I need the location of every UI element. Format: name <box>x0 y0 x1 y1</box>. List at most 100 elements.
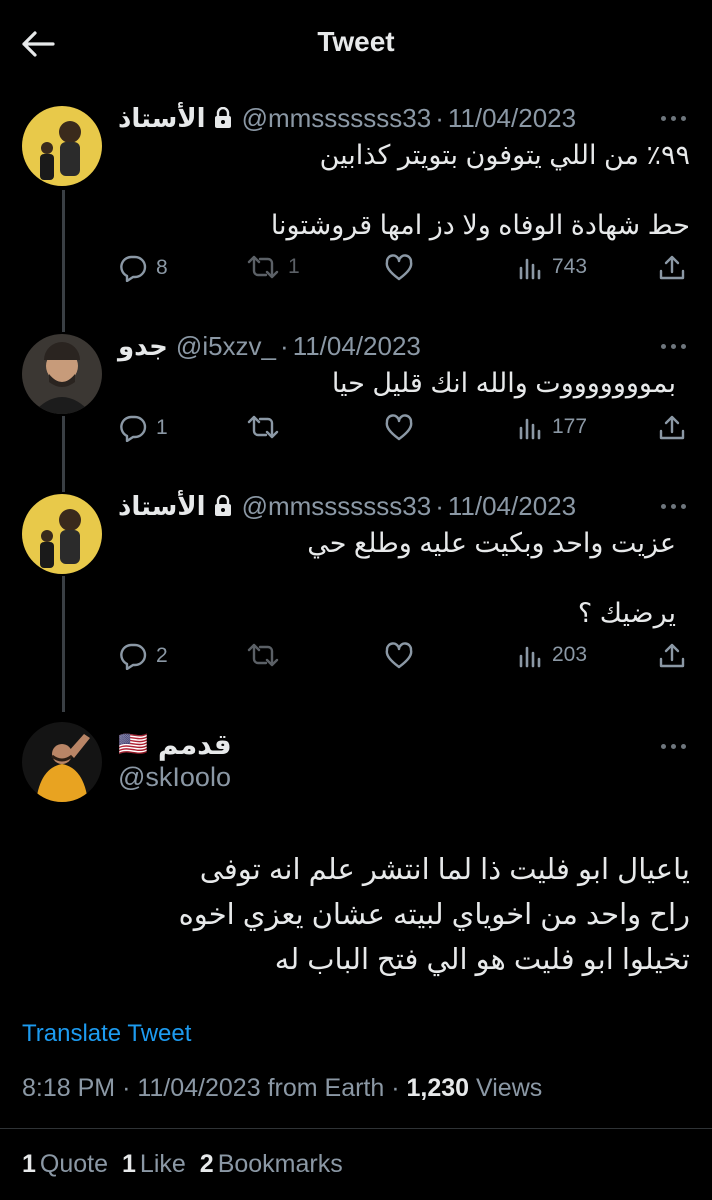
more-options-icon[interactable] <box>661 504 686 509</box>
avatar[interactable] <box>22 722 102 802</box>
thread-line <box>62 416 65 492</box>
tweet-text-line: عزيت واحد وبكيت عليه وطلع حي <box>307 528 676 558</box>
retweet-icon <box>247 643 279 667</box>
bookmarks-label: Bookmarks <box>217 1150 343 1178</box>
tweet-actions: 1 177 <box>118 414 690 450</box>
views-icon <box>519 646 541 668</box>
main-tweet-text-line: تخيلوا ابو فليت هو الي فتح الباب له <box>274 944 690 976</box>
tweet-date[interactable]: 11/04/2023 <box>448 491 576 522</box>
display-name[interactable]: قدمم <box>158 728 232 761</box>
user-handle[interactable]: @i5xzv_ <box>176 331 276 362</box>
reply-count: 8 <box>156 256 168 279</box>
bookmarks-stat[interactable]: 2 Bookmarks <box>200 1150 343 1179</box>
display-name[interactable]: جدو <box>118 331 168 362</box>
user-handle[interactable]: @mmsssssss33 <box>242 491 432 522</box>
views-icon <box>519 418 541 440</box>
tweet-text-line: ٩٩٪ من اللي يتوفون بتويتر كذابين <box>319 140 690 170</box>
tweet-date[interactable]: 11/04/2023 <box>137 1074 260 1102</box>
reply-icon <box>120 643 147 670</box>
quotes-stat[interactable]: 1 Quote <box>22 1150 108 1179</box>
reply-count: 2 <box>156 644 168 667</box>
share-button[interactable] <box>658 642 686 670</box>
reply-button[interactable]: 1 <box>118 414 168 442</box>
tweet-meta: 8:18 PM · 11/04/2023 from Earth · 1,230 … <box>22 1074 543 1102</box>
tweet-header: الأستاذ @mmsssssss33 · 11/04/2023 <box>118 100 688 136</box>
views-button[interactable]: 203 <box>518 642 587 668</box>
engagement-stats: 1 Quote 1 Like 2 Bookmarks <box>22 1150 343 1179</box>
likes-label: Like <box>139 1150 186 1178</box>
retweet-button[interactable]: 1 <box>246 254 300 280</box>
views-count: 203 <box>552 643 588 666</box>
like-button[interactable] <box>384 414 414 442</box>
views-button[interactable]: 177 <box>518 414 587 440</box>
tweet-header: جدو @i5xzv_ · 11/04/2023 <box>118 328 688 364</box>
page-title: Tweet <box>317 26 395 57</box>
top-bar: Tweet <box>0 0 712 90</box>
likes-count: 1 <box>122 1150 136 1178</box>
user-handle[interactable]: @mmsssssss33 <box>242 103 432 134</box>
views-count: 743 <box>552 255 588 278</box>
like-button[interactable] <box>384 642 414 670</box>
avatar[interactable] <box>22 106 102 186</box>
retweet-button[interactable] <box>246 414 280 440</box>
avatar[interactable] <box>22 494 102 574</box>
flag-icon: 🇺🇸 <box>118 731 148 758</box>
views-button[interactable]: 743 <box>518 254 587 280</box>
separator-dot: · <box>435 490 444 521</box>
avatar[interactable] <box>22 334 102 414</box>
quotes-count: 1 <box>22 1150 36 1178</box>
more-options-icon[interactable] <box>661 744 686 749</box>
tweet-source: from Earth <box>267 1074 385 1102</box>
thread-line <box>62 190 65 332</box>
display-name[interactable]: الأستاذ <box>118 103 206 134</box>
likes-stat[interactable]: 1 Like <box>122 1150 186 1179</box>
heart-icon <box>385 254 413 281</box>
display-name[interactable]: الأستاذ <box>118 491 206 522</box>
divider <box>0 1128 712 1129</box>
retweet-count: 1 <box>288 255 300 278</box>
retweet-icon <box>247 255 279 279</box>
retweet-button[interactable] <box>246 642 280 668</box>
thread-line <box>62 576 65 712</box>
heart-icon <box>385 642 413 669</box>
heart-icon <box>385 414 413 441</box>
share-button[interactable] <box>658 414 686 442</box>
tweet-actions: 8 1 743 <box>118 254 690 290</box>
separator-dot: · <box>435 102 444 133</box>
views-count: 1,230 <box>406 1074 470 1102</box>
share-icon <box>659 255 685 280</box>
tweet-date[interactable]: 11/04/2023 <box>448 103 576 134</box>
quotes-label: Quote <box>39 1150 109 1178</box>
more-options-icon[interactable] <box>661 116 686 121</box>
lock-icon <box>214 107 232 129</box>
like-button[interactable] <box>384 254 414 282</box>
tweet-text-line: يرضيك ؟ <box>577 598 676 628</box>
retweet-icon <box>247 415 279 439</box>
bookmarks-count: 2 <box>199 1150 214 1178</box>
user-handle[interactable]: @skIoolo <box>118 762 231 793</box>
views-icon <box>519 258 541 280</box>
translate-tweet-link[interactable]: Translate Tweet <box>22 1020 191 1048</box>
main-tweet-text-line: ياعيال ابو فليت ذا لما انتشر علم انه توف… <box>199 854 690 886</box>
views-count: 177 <box>552 415 588 438</box>
more-options-icon[interactable] <box>661 344 686 349</box>
reply-count: 1 <box>156 416 168 439</box>
tweet-text-line: بموووووووت والله انك قليل حيا <box>331 368 676 398</box>
reply-button[interactable]: 8 <box>118 254 168 282</box>
tweet-actions: 2 203 <box>118 642 690 678</box>
reply-icon <box>120 415 147 442</box>
tweet-header: الأستاذ @mmsssssss33 · 11/04/2023 <box>118 488 688 524</box>
views-label: Views <box>476 1074 543 1102</box>
reply-icon <box>120 255 147 282</box>
lock-icon <box>214 495 232 517</box>
reply-button[interactable]: 2 <box>118 642 168 670</box>
tweet-text-line: حط شهادة الوفاه ولا دز امها قروشتونا <box>270 210 690 240</box>
tweet-time[interactable]: 8:18 PM <box>22 1074 115 1102</box>
share-button[interactable] <box>658 254 686 282</box>
separator-dot: · <box>280 330 289 361</box>
main-tweet-author: 🇺🇸 قدمم <box>118 728 240 761</box>
share-icon <box>659 643 685 668</box>
tweet-date[interactable]: 11/04/2023 <box>293 331 421 362</box>
share-icon <box>659 415 685 440</box>
main-tweet-text-line: راح واحد من اخوياي لبيته عشان يعزي اخوه <box>178 899 690 931</box>
